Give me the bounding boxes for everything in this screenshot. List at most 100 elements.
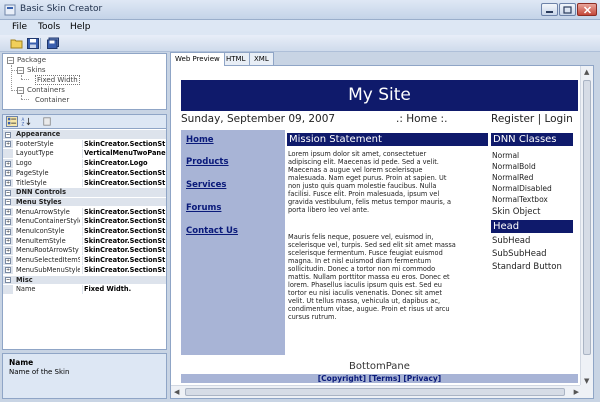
register-login-link[interactable]: Register | Login [491,113,573,125]
vertical-scroll-thumb[interactable] [583,80,591,355]
property-value[interactable]: SkinCreator.SectionSt [84,140,166,149]
property-value[interactable]: SkinCreator.Logo [84,159,166,168]
collapse-icon[interactable]: − [5,199,11,206]
tree-node-containers[interactable]: Containers [27,86,65,94]
property-row[interactable]: + MenuRootArrowSty SkinCreator.SectionSt [3,246,166,255]
property-name: PageStyle [16,168,49,177]
property-category[interactable]: − Appearance [3,130,166,139]
title-bar: Basic Skin Creator [0,0,600,20]
property-category[interactable]: − DNN Controls [3,188,166,197]
tree-node-package[interactable]: Package [17,56,46,64]
alphabetical-icon[interactable]: A Z [20,116,32,127]
property-value[interactable]: SkinCreator.SectionSt [84,208,166,217]
collapse-icon[interactable]: − [5,277,11,283]
nav-products[interactable]: Products [186,157,229,167]
property-value[interactable]: Fixed Width. [84,285,166,294]
property-row[interactable]: Name Fixed Width. [3,285,166,294]
menu-help[interactable]: Help [70,22,91,32]
property-value[interactable]: SkinCreator.SectionSt [84,237,166,246]
tree-node-fixed-width[interactable]: Fixed Width [35,75,80,85]
nav-services[interactable]: Services [186,180,226,190]
save-icon[interactable] [26,37,40,50]
standard-button-item: Standard Button [492,262,562,272]
tab-html[interactable]: HTML [221,52,251,65]
nav-forums[interactable]: Forums [186,203,221,213]
expand-icon[interactable]: + [5,238,11,245]
tree-node-skins[interactable]: Skins [27,66,46,74]
horizontal-scroll-thumb[interactable] [185,388,565,396]
expand-icon[interactable]: + [5,170,11,177]
scroll-down-icon[interactable]: ▼ [584,377,589,385]
property-name: MenuItemStyle [16,236,66,245]
paragraph-line: lorem. Phasellus iaculis ipsum quis est.… [288,281,442,289]
property-row[interactable]: + MenuArrowStyle SkinCreator.SectionSt [3,207,166,217]
property-row[interactable]: + MenuItemStyle SkinCreator.SectionSt [3,236,166,246]
property-value[interactable]: VerticalMenuTwoPane [84,149,166,158]
scroll-left-icon[interactable]: ◀ [174,388,179,396]
property-row[interactable]: LayoutType VerticalMenuTwoPane [3,149,166,158]
property-category[interactable]: − Misc [3,275,166,285]
categorized-icon[interactable] [6,116,18,127]
paragraph-line: gravida vestibulum, felis metus tempor m… [288,198,452,206]
window-title: Basic Skin Creator [20,4,103,14]
maximize-button[interactable] [559,3,576,16]
expand-icon[interactable]: + [5,257,11,264]
property-name: MenuArrowStyle [16,207,70,216]
property-value[interactable]: SkinCreator.SectionSt [84,227,166,236]
save-all-icon[interactable] [46,37,60,50]
app-icon [4,4,16,16]
property-value[interactable]: SkinCreator.SectionSt [84,217,166,226]
property-row[interactable]: + MenuSubMenuStyle SkinCreator.SectionSt [3,265,166,275]
property-divider [82,285,83,294]
open-folder-icon[interactable] [10,37,24,50]
tab-web-preview[interactable]: Web Preview [170,52,225,66]
property-row[interactable]: + MenuContainerStyle SkinCreator.SectionSt [3,217,166,226]
tree-collapse-toggle[interactable]: − [7,57,14,64]
expand-icon[interactable]: + [5,209,11,216]
mission-statement-title: Mission Statement [287,133,488,146]
nav-home[interactable]: Home [186,135,214,145]
property-divider [82,236,83,246]
expand-icon[interactable]: + [5,160,11,167]
horizontal-scrollbar[interactable]: ◀ ▶ [171,385,582,398]
scroll-up-icon[interactable]: ▲ [584,68,589,76]
property-row[interactable]: + PageStyle SkinCreator.SectionSt [3,168,166,178]
property-row[interactable]: + Logo SkinCreator.Logo [3,159,166,168]
property-value[interactable]: SkinCreator.SectionSt [84,246,166,255]
maximize-icon [563,6,572,14]
property-row[interactable]: + MenuIconStyle SkinCreator.SectionSt [3,227,166,236]
property-value[interactable]: SkinCreator.SectionSt [84,256,166,265]
close-button[interactable] [577,3,597,16]
footer-links[interactable]: [Copyright] [Terms] [Privacy] [181,374,578,383]
expand-icon[interactable]: + [5,218,11,225]
expand-icon[interactable]: + [5,180,11,186]
property-category[interactable]: − Menu Styles [3,197,166,207]
property-row[interactable]: + FooterStyle SkinCreator.SectionSt [3,139,166,149]
collapse-icon[interactable]: − [5,189,11,196]
nav-contact-us[interactable]: Contact Us [186,226,238,236]
scroll-right-icon[interactable]: ▶ [574,388,579,396]
property-value[interactable]: SkinCreator.SectionSt [84,266,166,275]
tree-connector [11,65,12,91]
tree-collapse-toggle[interactable]: − [17,67,24,74]
property-row[interactable]: + TitleStyle SkinCreator.SectionSt [3,178,166,188]
property-divider [82,178,83,188]
tree-node-container[interactable]: Container [35,96,69,104]
expand-icon[interactable]: + [5,247,11,254]
tab-xml[interactable]: XML [249,52,274,65]
collapse-icon[interactable]: − [5,131,11,138]
expand-icon[interactable]: + [5,267,11,274]
property-row[interactable]: + MenuSelectedItemS SkinCreator.SectionSt [3,256,166,265]
menu-file[interactable]: File [12,22,27,32]
expand-icon[interactable]: + [5,141,11,148]
paragraph-line: sollicitudin. Donec a tortor non mi comm… [288,265,436,273]
vertical-scrollbar[interactable]: ▲ ▼ [580,66,593,387]
property-value[interactable]: SkinCreator.SectionSt [84,169,166,178]
site-home-link[interactable]: .: Home :. [396,113,447,125]
property-pages-icon[interactable] [41,116,53,127]
minimize-button[interactable] [541,3,558,16]
property-value[interactable]: SkinCreator.SectionSt [84,179,166,188]
expand-icon[interactable]: + [5,228,11,235]
tree-collapse-toggle[interactable]: − [17,87,24,94]
menu-tools[interactable]: Tools [38,22,60,32]
